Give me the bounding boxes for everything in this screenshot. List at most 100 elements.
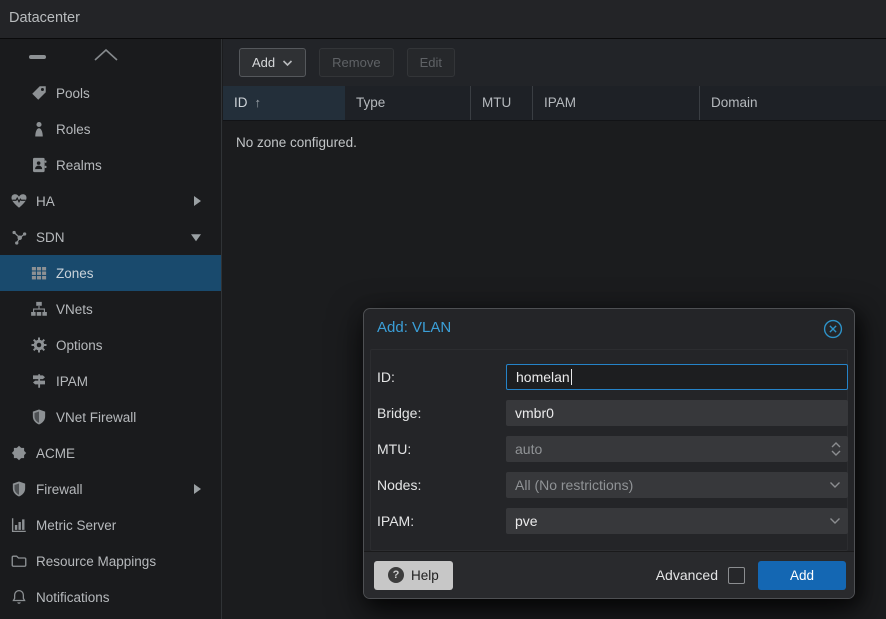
mtu-spinner[interactable]: auto [506,436,848,462]
mtu-field-label: MTU: [377,436,503,462]
caret-right-icon[interactable] [194,196,201,206]
add-button-label: Add [252,55,275,70]
table-header: ID↑ Type MTU IPAM Domain [223,86,886,121]
remove-button[interactable]: Remove [319,48,393,77]
user-icon [30,120,48,138]
spinner-up-down-icon[interactable] [831,436,841,462]
empty-table-message: No zone configured. [236,135,357,150]
bell-icon [10,588,28,606]
add-vlan-dialog: Add: VLAN ID: homelan Bridge: vmbr0 MTU:… [363,308,855,599]
combo-chevron-down-icon[interactable] [829,472,841,498]
column-header-id[interactable]: ID↑ [223,86,345,120]
close-icon[interactable] [822,318,844,340]
edit-button-label: Edit [420,55,442,70]
sidebar-item-acme[interactable]: ACME [0,435,221,471]
sort-asc-icon: ↑ [255,95,262,110]
sidebar-item-label: Notifications [36,590,110,605]
sidebar-item-firewall[interactable]: Firewall [0,471,221,507]
sidebar-item-label: Zones [56,266,94,281]
sidebar-item-vnet-firewall[interactable]: VNet Firewall [0,399,221,435]
grid-icon [30,264,48,282]
dash-icon [29,55,46,59]
sidebar-item-partial [0,39,221,75]
sidebar-item-label: VNet Firewall [56,410,136,425]
address-book-icon [30,156,48,174]
remove-button-label: Remove [332,55,380,70]
sidebar-item-label: Realms [56,158,102,173]
sidebar-item-notifications[interactable]: Notifications [0,579,221,615]
sidebar-item-label: Pools [56,86,90,101]
nodes-form-row: Nodes: All (No restrictions) [364,472,856,498]
bridge-input[interactable]: vmbr0 [506,400,848,426]
nodes-combo[interactable]: All (No restrictions) [506,472,848,498]
sidebar-item-label: HA [36,194,55,209]
sitemap-icon [30,300,48,318]
column-header-mtu[interactable]: MTU [471,86,533,120]
ipam-combo[interactable]: pve [506,508,848,534]
shield-icon [10,480,28,498]
caret-down-icon[interactable] [191,234,201,241]
folder-icon [10,552,28,570]
advanced-label: Advanced [656,567,718,583]
burst-icon [10,444,28,462]
question-circle-icon: ? [388,567,404,583]
sidebar-item-ipam[interactable]: IPAM [0,363,221,399]
help-button[interactable]: ? Help [374,561,453,590]
proxmox-datacenter-view: Datacenter Pools Roles Realms HA [0,0,886,619]
tag-icon [30,84,48,102]
sidebar-item-label: VNets [56,302,93,317]
sidebar-item-ha[interactable]: HA [0,183,221,219]
chevron-down-icon [282,59,293,67]
sidebar-item-options[interactable]: Options [0,327,221,363]
signpost-icon [30,372,48,390]
sidebar-item-label: IPAM [56,374,88,389]
nodes-field-label: Nodes: [377,472,503,498]
dialog-footer: ? Help Advanced Add [364,551,854,598]
submit-add-button[interactable]: Add [758,561,846,590]
sidebar-item-sdn[interactable]: SDN [0,219,221,255]
bar-chart-icon [10,516,28,534]
column-header-ipam[interactable]: IPAM [533,86,700,120]
sidebar-item-label: SDN [36,230,65,245]
mtu-form-row: MTU: auto [364,436,856,462]
page-header: Datacenter [0,0,886,39]
edit-button[interactable]: Edit [407,48,455,77]
column-header-domain[interactable]: Domain [700,86,886,120]
caret-right-icon[interactable] [194,484,201,494]
heartbeat-icon [10,192,28,210]
sidebar-item-zones[interactable]: Zones [0,255,221,291]
sidebar-item-label: Metric Server [36,518,116,533]
dialog-title: Add: VLAN [377,319,451,336]
id-form-row: ID: homelan [364,364,856,390]
sidebar-item-resource-mappings[interactable]: Resource Mappings [0,543,221,579]
id-input[interactable]: homelan [506,364,848,390]
sidebar-item-label: ACME [36,446,75,461]
sidebar-nav: Pools Roles Realms HA SDN Zones VNets [0,39,222,619]
sidebar-item-pools[interactable]: Pools [0,75,221,111]
id-field-label: ID: [377,364,503,390]
bridge-field-label: Bridge: [377,400,503,426]
sidebar-item-label: Firewall [36,482,83,497]
add-button[interactable]: Add [239,48,306,77]
sidebar-item-label: Roles [56,122,91,137]
column-header-type[interactable]: Type [345,86,471,120]
ipam-form-row: IPAM: pve [364,508,856,534]
page-title: Datacenter [9,10,80,26]
sidebar-item-realms[interactable]: Realms [0,147,221,183]
help-button-label: Help [411,568,439,583]
zones-toolbar: Add Remove Edit [223,39,886,86]
sidebar-item-label: Resource Mappings [36,554,156,569]
network-icon [10,228,28,246]
sidebar-item-vnets[interactable]: VNets [0,291,221,327]
sidebar-item-label: Options [56,338,103,353]
chevron-up-icon[interactable] [92,47,120,67]
gear-icon [30,336,48,354]
ipam-field-label: IPAM: [377,508,503,534]
combo-chevron-down-icon[interactable] [829,508,841,534]
bridge-form-row: Bridge: vmbr0 [364,400,856,426]
sidebar-item-roles[interactable]: Roles [0,111,221,147]
shield-icon [30,408,48,426]
sidebar-item-metric-server[interactable]: Metric Server [0,507,221,543]
advanced-checkbox[interactable] [728,567,745,584]
text-cursor [571,369,573,385]
